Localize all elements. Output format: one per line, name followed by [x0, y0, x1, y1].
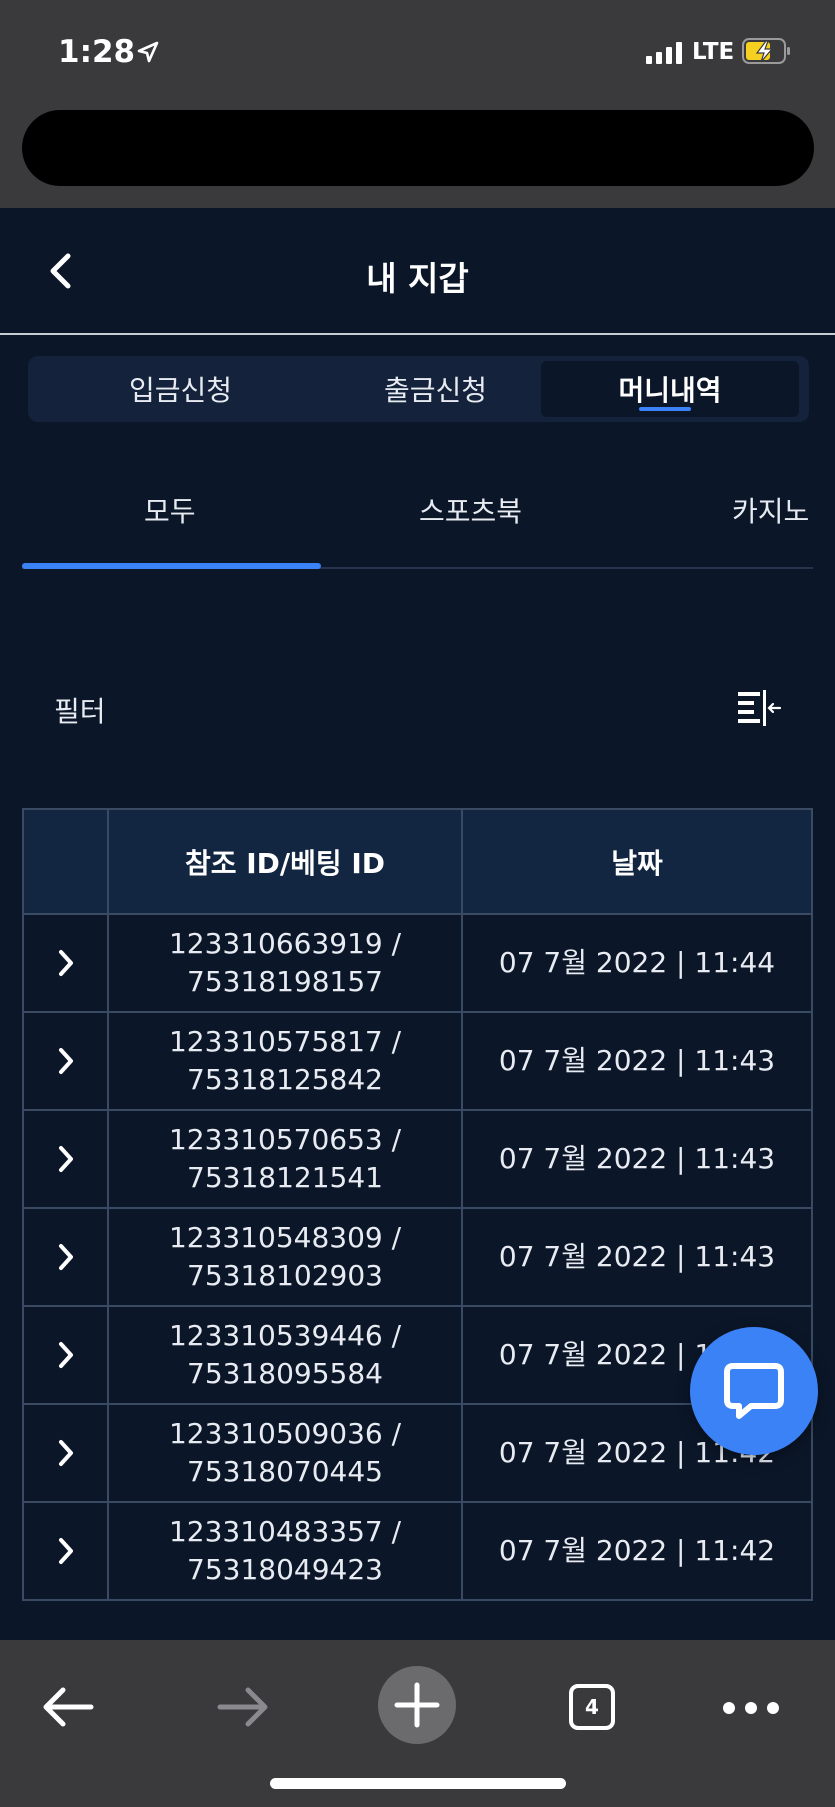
row-expand-button[interactable] [22, 1011, 109, 1111]
bet-id: 75318070445 [187, 1455, 383, 1488]
active-tab-indicator [22, 563, 321, 569]
chevron-right-icon [58, 1538, 73, 1564]
segment-money-history-label: 머니내역 [618, 374, 722, 407]
more-menu-button[interactable] [720, 1688, 782, 1728]
status-time: 1:28 [58, 34, 136, 70]
column-header-date[interactable]: 날짜 [461, 808, 813, 915]
table-row[interactable]: 123310483357 / 75318049423 07 7월 2022 | 1… [22, 1501, 813, 1601]
column-header-ref-id[interactable]: 참조 ID/베팅 ID [107, 808, 463, 915]
tab-sportsbook[interactable]: 스포츠북 [419, 490, 522, 530]
network-label: LTE [692, 39, 735, 65]
ref-id: 123310483357 / [168, 1515, 402, 1548]
row-expand-button[interactable] [22, 913, 109, 1013]
ref-bet-id-cell: 123310509036 / 75318070445 [107, 1403, 463, 1503]
column-header-expand [22, 808, 109, 915]
chat-button[interactable] [690, 1327, 818, 1455]
segment-money-history[interactable]: 머니내역 [541, 361, 799, 417]
chevron-right-icon [58, 1244, 73, 1270]
filter-sort-icon[interactable] [736, 688, 782, 732]
row-expand-button[interactable] [22, 1109, 109, 1209]
ref-bet-id-cell: 123310663919 / 75318198157 [107, 913, 463, 1013]
browser-address-bar[interactable] [22, 110, 814, 186]
active-segment-indicator [639, 407, 691, 411]
date-cell: 07 7월 2022 | 11:42 [461, 1501, 813, 1601]
bet-id: 75318125842 [187, 1063, 383, 1096]
ref-id: 123310570653 / [168, 1123, 402, 1156]
table-header-row: 참조 ID/베팅 ID 날짜 [22, 808, 813, 915]
date-cell: 07 7월 2022 | 11:43 [461, 1109, 813, 1209]
bet-id: 75318102903 [187, 1259, 383, 1292]
date-cell: 07 7월 2022 | 11:44 [461, 913, 813, 1013]
ref-id: 123310509036 / [168, 1417, 402, 1450]
browser-forward-button[interactable] [213, 1682, 273, 1732]
page-title: 내 지갑 [366, 259, 469, 298]
ref-bet-id-cell: 123310575817 / 75318125842 [107, 1011, 463, 1111]
date-cell: 07 7월 2022 | 11:43 [461, 1207, 813, 1307]
tabs-button[interactable]: 4 [567, 1682, 617, 1732]
ref-id: 123310575817 / [168, 1025, 402, 1058]
plus-icon [394, 1682, 440, 1728]
row-expand-button[interactable] [22, 1501, 109, 1601]
money-history-table: 참조 ID/베팅 ID 날짜 123310663919 / 75318198157… [22, 808, 813, 1601]
ref-bet-id-cell: 123310483357 / 75318049423 [107, 1501, 463, 1601]
browser-back-button[interactable] [38, 1682, 98, 1732]
arrow-left-icon [43, 1687, 94, 1727]
table-row[interactable]: 123310663919 / 75318198157 07 7월 2022 | 1… [22, 913, 813, 1013]
table-row[interactable]: 123310509036 /75318070445 07 7월 2022 | 1… [22, 1403, 813, 1503]
ref-bet-id-cell: 123310539446 / 75318095584 [107, 1305, 463, 1405]
date-cell: 07 7월 2022 | 11:43 [461, 1011, 813, 1111]
chevron-right-icon [58, 1440, 73, 1466]
segment-withdraw[interactable]: 출금신청 [308, 361, 563, 417]
tab-count-badge: 4 [569, 1684, 615, 1730]
ref-bet-id-cell: 123310548309 / 75318102903 [107, 1207, 463, 1307]
arrow-right-icon [217, 1687, 268, 1727]
row-expand-button[interactable] [22, 1305, 109, 1405]
table-row[interactable]: 123310548309 / 75318102903 07 7월 2022 | 1… [22, 1207, 813, 1307]
row-expand-button[interactable] [22, 1403, 109, 1503]
segment-deposit[interactable]: 입금신청 [53, 361, 308, 417]
ref-id: 123310539446 / [168, 1319, 402, 1352]
ref-bet-id-cell: 123310570653 / 75318121541 [107, 1109, 463, 1209]
bet-id: 75318049423 [187, 1553, 383, 1586]
more-dots-icon [723, 1702, 779, 1714]
chevron-right-icon [58, 1146, 73, 1172]
bet-id: 75318198157 [187, 965, 383, 998]
table-row[interactable]: 123310575817 / 75318125842 07 7월 2022 | 1… [22, 1011, 813, 1111]
chevron-right-icon [58, 1342, 73, 1368]
tab-casino[interactable]: 카지노 [732, 490, 809, 530]
ref-id: 123310663919 / [168, 927, 402, 960]
category-tabs: 모두 스포츠북 카지노 [22, 470, 835, 570]
wallet-segmented-control: 입금신청 출금신청 머니내역 [28, 356, 809, 422]
tab-all[interactable]: 모두 [144, 490, 196, 530]
chat-bubble-icon [724, 1363, 784, 1419]
new-tab-button[interactable] [378, 1666, 456, 1744]
row-expand-button[interactable] [22, 1207, 109, 1307]
bet-id: 75318095584 [187, 1357, 383, 1390]
ref-id: 123310548309 / [168, 1221, 402, 1254]
signal-icon [646, 42, 682, 64]
table-row[interactable]: 123310570653 / 75318121541 07 7월 2022 | 1… [22, 1109, 813, 1209]
chevron-right-icon [58, 1048, 73, 1074]
home-indicator [270, 1778, 566, 1789]
page-header: 내 지갑 [0, 208, 835, 335]
bet-id: 75318121541 [187, 1161, 383, 1194]
status-bar: 1:28 LTE [0, 0, 835, 208]
battery-charging-icon [742, 38, 790, 64]
filter-label: 필터 [54, 695, 106, 728]
chevron-right-icon [58, 950, 73, 976]
location-arrow-icon [137, 41, 159, 63]
